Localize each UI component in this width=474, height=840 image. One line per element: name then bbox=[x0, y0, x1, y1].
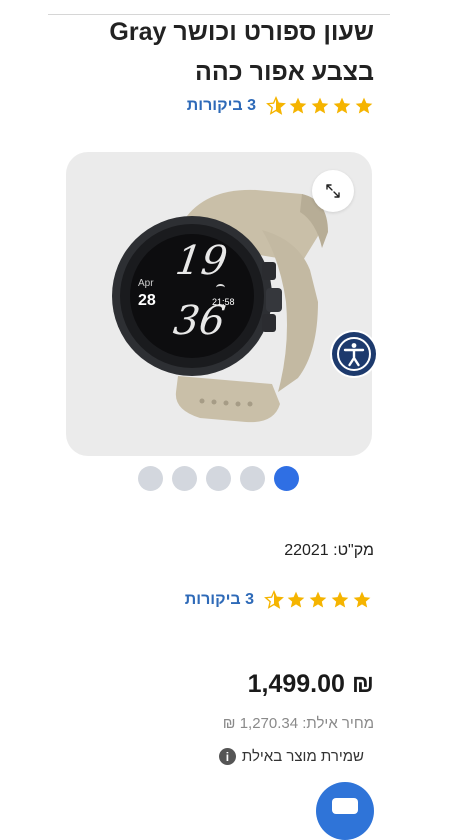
gallery-dot[interactable] bbox=[138, 466, 163, 491]
watch-hour: 19 bbox=[172, 238, 231, 284]
product-rating-secondary: 3 ביקורות bbox=[185, 590, 372, 610]
zoom-button[interactable] bbox=[312, 170, 354, 212]
save-eilat-label: שמירת מוצר באילת bbox=[241, 748, 364, 765]
accessibility-button[interactable] bbox=[330, 330, 378, 378]
star-icon bbox=[289, 97, 307, 114]
product-sku: מק"ט: 22021 bbox=[284, 542, 374, 559]
star-icon bbox=[309, 591, 327, 608]
watch-minute: 36 bbox=[170, 298, 229, 344]
watch-month: Apr bbox=[138, 278, 154, 289]
chat-icon bbox=[332, 798, 358, 814]
gallery-dot[interactable] bbox=[172, 466, 197, 491]
star-icon bbox=[355, 97, 373, 114]
sunrise-icon bbox=[216, 284, 225, 291]
expand-arrows-icon bbox=[326, 184, 340, 198]
reviews-link[interactable]: 3 ביקורות bbox=[187, 97, 256, 115]
gallery-dot[interactable] bbox=[206, 466, 231, 491]
product-rating: 3 ביקורות bbox=[187, 96, 374, 116]
watch-day: 28 bbox=[138, 292, 156, 309]
accessibility-icon bbox=[332, 332, 376, 376]
gallery-pagination bbox=[138, 466, 299, 491]
rating-stars bbox=[266, 96, 374, 116]
eilat-price: מחיר אילת: 1,270.34 ₪ bbox=[222, 715, 374, 732]
gallery-dot[interactable] bbox=[240, 466, 265, 491]
star-half-icon bbox=[266, 96, 286, 115]
star-icon bbox=[311, 97, 329, 114]
star-icon bbox=[333, 97, 351, 114]
reviews-link[interactable]: 3 ביקורות bbox=[185, 591, 254, 609]
star-icon bbox=[331, 591, 349, 608]
info-icon[interactable]: i bbox=[218, 748, 236, 765]
watch-time: 21:58 bbox=[212, 297, 235, 307]
gallery-dot-active[interactable] bbox=[274, 466, 299, 491]
product-title: שעון ספורט וכושר Gray בצבע אפור כהה bbox=[109, 18, 374, 86]
star-half-icon bbox=[264, 590, 284, 609]
chat-button[interactable] bbox=[316, 782, 374, 840]
product-price: ₪ 1,499.00 bbox=[247, 670, 374, 698]
star-icon bbox=[287, 591, 305, 608]
rating-stars bbox=[264, 590, 372, 610]
star-icon bbox=[353, 591, 371, 608]
save-product-eilat[interactable]: שמירת מוצר באילת i bbox=[218, 748, 364, 765]
